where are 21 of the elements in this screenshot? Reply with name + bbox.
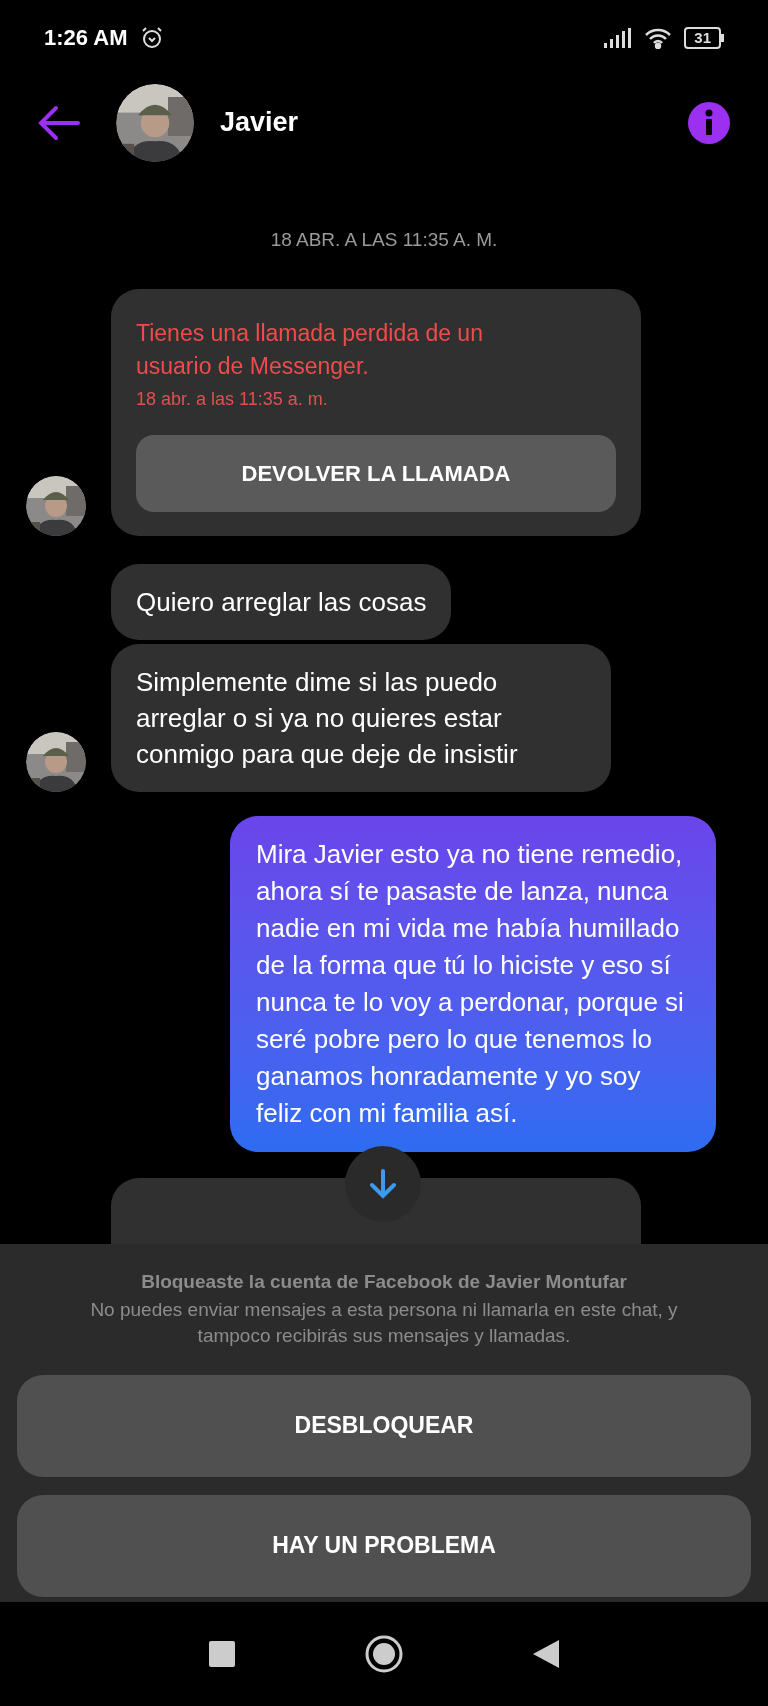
arrow-down-icon — [369, 1169, 397, 1199]
message-bubble: Mira Javier esto ya no tiene remedio, ahora sí te pasaste de lanza, nunca nadie en mi vida me había humillado de la forma que tú lo hiciste y eso sí nunca te lo voy a perdonar, porque si seré pobre pero lo que tenemos lo ganamos honradamente y yo soy feliz con mi familia así. — [230, 815, 716, 1152]
blocked-title: Bloqueaste la cuenta de Facebook de Javier Montufar — [141, 1270, 627, 1294]
contact-name[interactable]: Javier — [220, 102, 299, 143]
info-icon[interactable] — [688, 101, 730, 144]
status-time: 1:26 AM — [44, 24, 128, 52]
home-icon[interactable] — [365, 1635, 403, 1673]
call-back-button[interactable]: DEVOLVER LA LLAMADA — [136, 434, 616, 512]
battery-indicator: 31 — [684, 26, 724, 49]
date-label: 18 ABR. A LAS 11:35 A. M. — [270, 228, 498, 252]
message-bubble: Simplemente dime si las puedo arreglar o si ya no quieres estar conmigo para que deje de insistir — [111, 643, 611, 792]
message-bubble: Quiero arreglar las cosas — [111, 563, 452, 640]
blocked-description: No puedes enviar mensajes a esta persona ni llamarla en este chat, y tampoco recibirás sus mensajes y llamadas. — [89, 1297, 679, 1348]
missed-call-text: Tienes una llamada perdida de un usuario de Messenger. — [136, 318, 484, 381]
back-arrow-icon[interactable] — [38, 104, 80, 141]
call-time: 18 abr. a las 11:35 a. m. — [136, 387, 329, 411]
action-button[interactable]: DESBLOQUEAR — [17, 1374, 751, 1477]
wifi-icon — [644, 26, 673, 49]
signal-icon — [604, 27, 633, 48]
action-button[interactable]: HAY UN PROBLEMA — [17, 1494, 751, 1597]
back-icon[interactable] — [533, 1640, 559, 1668]
